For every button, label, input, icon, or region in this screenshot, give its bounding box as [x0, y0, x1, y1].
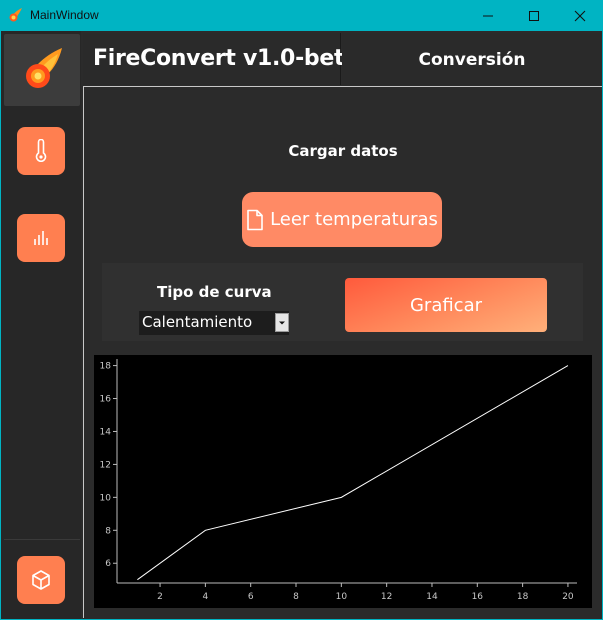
bar-chart-icon — [34, 231, 48, 245]
section-header: Conversión — [342, 33, 602, 85]
app-header: FireConvert v1.0-beta — [83, 33, 359, 85]
sidebar-chart-button[interactable] — [17, 214, 65, 262]
minimize-button[interactable] — [465, 0, 511, 31]
flame-app-icon — [8, 7, 24, 23]
close-icon — [574, 10, 586, 21]
y-tick-label: 16 — [100, 395, 112, 405]
sidebar-cube-button[interactable] — [17, 556, 65, 604]
curve-type-select[interactable]: Calentamiento — [139, 311, 289, 335]
sidebar-logo[interactable] — [4, 34, 80, 106]
window-title: MainWindow — [30, 8, 99, 22]
y-tick-label: 12 — [100, 460, 111, 470]
y-tick-label: 14 — [100, 427, 112, 437]
sidebar-temperature-button[interactable] — [17, 127, 65, 175]
title-bar: MainWindow — [0, 0, 603, 31]
sidebar — [1, 31, 81, 619]
curve-type-label: Tipo de curva — [157, 283, 272, 301]
curve-type-value: Calentamiento — [142, 313, 253, 331]
x-tick-label: 8 — [293, 592, 299, 602]
y-tick-label: 6 — [105, 559, 111, 569]
plot-button[interactable]: Graficar — [345, 278, 547, 332]
y-tick-label: 18 — [100, 362, 112, 372]
x-tick-label: 14 — [426, 592, 438, 602]
close-button[interactable] — [557, 0, 603, 31]
plot-button-label: Graficar — [409, 294, 483, 316]
chevron-down-icon[interactable] — [275, 313, 289, 332]
minimize-icon — [483, 15, 493, 16]
flame-logo-icon — [26, 48, 62, 88]
x-tick-label: 2 — [157, 592, 163, 602]
file-icon — [247, 209, 263, 230]
plot-area[interactable]: 2 4 6 8 10 12 14 16 18 20 6 8 10 12 14 16 18 — [94, 355, 592, 608]
read-temperatures-button[interactable]: Leer temperaturas — [242, 192, 442, 247]
y-tick-label: 10 — [100, 493, 112, 503]
x-tick-label: 20 — [562, 592, 574, 602]
line-chart: 2 4 6 8 10 12 14 16 18 20 6 8 10 12 14 16 18 — [100, 359, 577, 602]
cube-icon — [32, 570, 50, 590]
load-data-title: Cargar datos — [288, 142, 398, 160]
x-tick-label: 10 — [336, 592, 348, 602]
app-name: FireConvert v1.0-beta — [93, 46, 359, 71]
x-tick-label: 18 — [517, 592, 529, 602]
read-temperatures-label: Leer temperaturas — [270, 209, 438, 230]
maximize-button[interactable] — [511, 0, 557, 31]
y-tick-label: 8 — [105, 526, 111, 536]
x-tick-label: 4 — [203, 592, 209, 602]
main-panel: Cargar datos Leer temperaturas Tipo de c… — [83, 86, 602, 618]
section-title: Conversión — [418, 50, 526, 70]
options-panel: Tipo de curva Calentamiento Graficar — [102, 263, 583, 341]
x-tick-label: 6 — [248, 592, 254, 602]
x-tick-label: 12 — [381, 592, 392, 602]
series-line — [137, 365, 569, 581]
x-tick-label: 16 — [472, 592, 484, 602]
maximize-icon — [529, 10, 539, 21]
thermometer-icon — [35, 139, 47, 162]
sidebar-divider — [4, 539, 80, 540]
